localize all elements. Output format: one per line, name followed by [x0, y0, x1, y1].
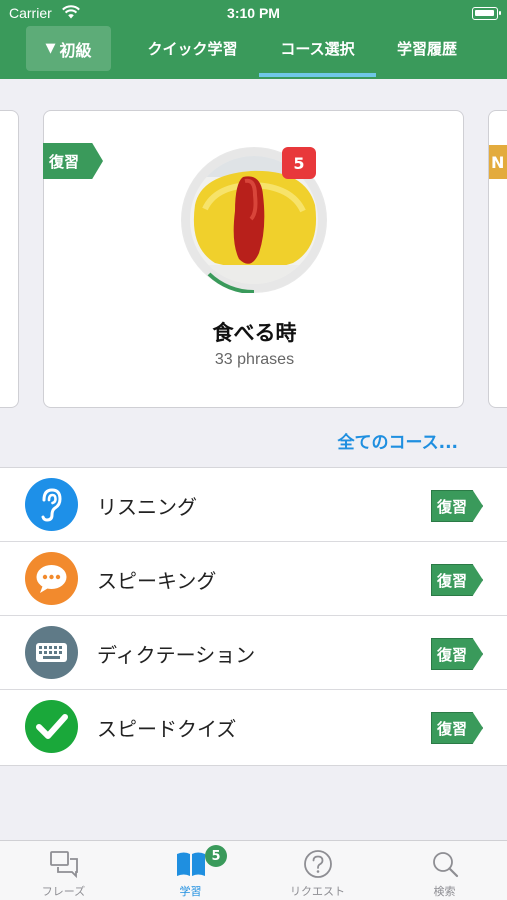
app-header: Carrier 3:10 PM ▼ 初級 クイック学習 コース選択 学習履歴: [0, 0, 507, 79]
course-title: 食べる時: [212, 321, 297, 345]
all-courses-link[interactable]: 全てのコース...: [300, 428, 458, 453]
book-icon: [177, 852, 205, 876]
new-count-badge: 5: [282, 147, 316, 179]
review-button[interactable]: 復習: [431, 564, 483, 596]
review-button[interactable]: 復習: [431, 638, 483, 670]
tab-quick-study[interactable]: クイック学習: [131, 26, 254, 71]
dropdown-triangle-icon: ▼: [45, 41, 56, 56]
chat-bubbles-icon: [50, 851, 78, 879]
status-bar: Carrier 3:10 PM: [0, 0, 507, 26]
question-icon: [304, 850, 332, 878]
tab-label: 学習: [179, 885, 202, 898]
level-dropdown-button[interactable]: ▼ 初級: [26, 26, 111, 71]
mode-label: スピーキング: [97, 569, 217, 593]
speech-bubble-icon: [25, 552, 78, 605]
tab-label: リクエスト: [290, 885, 345, 898]
mode-label: リスニング: [97, 495, 197, 519]
list-item-dictation[interactable]: ディクテーション 復習: [0, 616, 507, 690]
next-course-card[interactable]: N: [488, 110, 507, 408]
search-icon: [433, 852, 459, 878]
tab-course-select[interactable]: コース選択: [259, 26, 376, 71]
tab-search[interactable]: 検索: [381, 841, 507, 900]
battery-icon: [472, 7, 501, 20]
new-tag: N: [489, 145, 507, 179]
tab-request[interactable]: リクエスト: [254, 841, 381, 900]
review-button[interactable]: 復習: [431, 490, 483, 522]
bottom-tab-bar: フレーズ 学習 5 リクエスト 検索: [0, 840, 507, 900]
tab-study[interactable]: 学習: [127, 841, 254, 900]
active-tab-indicator: [259, 73, 376, 77]
list-item-speaking[interactable]: スピーキング 復習: [0, 542, 507, 616]
tab-label: フレーズ: [41, 885, 86, 898]
level-label: 初級: [59, 40, 92, 60]
tab-phrases[interactable]: フレーズ: [0, 841, 127, 900]
tab-label: 検索: [433, 885, 456, 898]
study-badge: 5: [205, 845, 227, 867]
review-button[interactable]: 復習: [431, 712, 483, 744]
study-mode-list: リスニング 復習 スピーキング 復習 ディクテーション 復習 スピードクイズ 復…: [0, 467, 507, 766]
tab-study-history[interactable]: 学習履歴: [384, 26, 470, 71]
checkmark-icon: [25, 700, 78, 753]
mode-label: ディクテーション: [97, 643, 256, 667]
previous-course-card[interactable]: [0, 110, 19, 408]
mode-label: スピードクイズ: [97, 717, 237, 741]
course-card[interactable]: 復習 5 食べる時 33 phrases: [43, 110, 464, 408]
clock: 3:10 PM: [227, 5, 280, 21]
list-item-speed-quiz[interactable]: スピードクイズ 復習: [0, 690, 507, 764]
phrase-count: 33 phrases: [214, 351, 295, 368]
keyboard-icon: [25, 626, 78, 679]
list-item-listening[interactable]: リスニング 復習: [0, 468, 507, 542]
ear-icon: [25, 478, 78, 531]
review-tag: 復習: [43, 143, 103, 179]
